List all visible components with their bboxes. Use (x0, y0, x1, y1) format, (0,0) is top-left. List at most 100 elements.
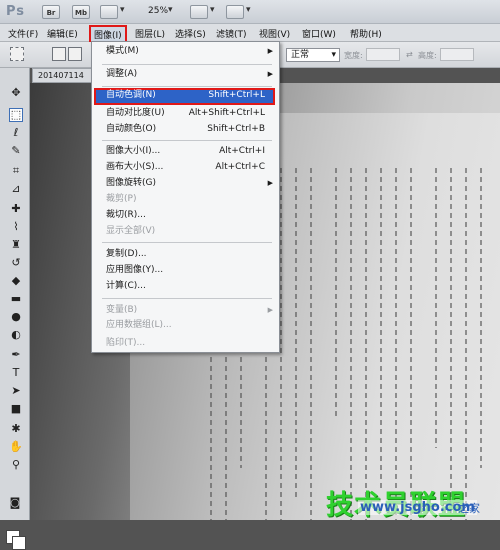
quick-mask-icon[interactable]: ◙ (8, 496, 22, 510)
eyedropper-tool-icon[interactable]: ⊿ (9, 182, 23, 196)
chevron-down-icon[interactable]: ▾ (210, 5, 215, 15)
menu-item-label: 计算(C)... (106, 281, 146, 291)
width-field[interactable] (366, 48, 400, 61)
menu-item-label: 自动对比度(U) (106, 108, 165, 118)
chevron-down-icon[interactable]: ▾ (168, 5, 173, 15)
menu-bar: 文件(F) 编辑(E) 图像(I) 图层(L) 选择(S) 滤镜(T) 视图(V… (0, 24, 500, 44)
height-field[interactable] (440, 48, 474, 61)
chevron-down-icon[interactable]: ▾ (246, 5, 251, 15)
submenu-arrow-icon: ▶ (267, 179, 273, 187)
type-tool-icon[interactable]: T (9, 366, 23, 380)
menu-item-label: 图像大小(I)... (106, 146, 161, 156)
crop-tool-icon[interactable]: ⌗ (9, 164, 23, 178)
menu-help[interactable]: 帮助(H) (350, 27, 382, 40)
menu-item-variables[interactable]: 变量(B) ▶ (92, 303, 279, 318)
hand-tool-icon[interactable]: ✋ (9, 440, 23, 454)
rectangle-tool-icon[interactable]: ■ (9, 402, 23, 416)
height-label: 高度: (418, 51, 437, 60)
menu-item-trap[interactable]: 陷印(T)... (92, 336, 212, 351)
bridge-button[interactable]: Br (42, 5, 60, 19)
menu-item-auto-tone[interactable]: 自动色调(N) Shift+Ctrl+L (94, 88, 275, 105)
swap-icon[interactable]: ⇄ (406, 50, 413, 59)
menu-item-shortcut: Shift+Ctrl+L (208, 90, 265, 100)
background-color-swatch[interactable] (12, 536, 26, 550)
menu-item-label: 显示全部(V) (106, 226, 156, 236)
menu-view[interactable]: 视图(V) (259, 27, 290, 40)
width-label: 宽度: (344, 51, 363, 60)
menu-item-label: 裁剪(P) (106, 194, 137, 204)
menu-item-shortcut: Alt+Shift+Ctrl+L (188, 108, 265, 118)
blur-tool-icon[interactable]: ● (9, 310, 23, 324)
menu-item-label: 模式(M) (106, 46, 139, 56)
menu-separator (102, 242, 272, 243)
menu-separator (102, 64, 272, 65)
menu-separator (102, 140, 272, 141)
brush-tool-icon[interactable]: ⌇ (9, 220, 23, 234)
menu-item-trim[interactable]: 裁切(R)... (92, 208, 279, 223)
submenu-arrow-icon: ▶ (267, 47, 273, 55)
menu-item-label: 图像旋转(G) (106, 178, 156, 188)
chevron-down-icon[interactable]: ▾ (120, 5, 125, 15)
arrange-documents-button[interactable] (190, 5, 208, 19)
path-selection-tool-icon[interactable]: ➤ (9, 384, 23, 398)
application-bar: Ps Br Mb ▾ 25% ▾ ▾ ▾ (0, 0, 500, 24)
menu-item-auto-contrast[interactable]: 自动对比度(U) Alt+Shift+Ctrl+L (92, 106, 279, 121)
chevron-down-icon: ▾ (331, 50, 336, 60)
menu-edit[interactable]: 编辑(E) (47, 27, 78, 40)
add-to-selection-icon[interactable] (68, 47, 82, 61)
menu-select[interactable]: 选择(S) (175, 27, 206, 40)
move-tool-icon[interactable]: ✥ (9, 86, 23, 100)
dodge-tool-icon[interactable]: ◐ (9, 328, 23, 342)
image-menu-dropdown: 模式(M) ▶ 调整(A) ▶ 自动色调(N) Shift+Ctrl+L 自动对… (91, 41, 280, 353)
menu-separator (102, 86, 272, 87)
clone-stamp-tool-icon[interactable]: ♜ (9, 238, 23, 252)
menu-item-label: 陷印(T)... (106, 338, 146, 348)
menu-item-shortcut: Alt+Ctrl+C (215, 162, 265, 172)
style-select-value: 正常 (291, 50, 310, 60)
menu-item-apply-data-set[interactable]: 应用数据组(L)... (92, 318, 279, 332)
watermark-suffix: 之家 (458, 502, 480, 515)
menu-file[interactable]: 文件(F) (8, 27, 38, 40)
menu-layer[interactable]: 图层(L) (135, 27, 165, 40)
menu-item-adjustments[interactable]: 调整(A) ▶ (92, 67, 279, 82)
rectangular-marquee-tool-icon[interactable]: ⬚ (9, 108, 23, 122)
menu-item-auto-color[interactable]: 自动颜色(O) Shift+Ctrl+B (92, 122, 279, 137)
zoom-level[interactable]: 25% (148, 6, 168, 16)
menu-filter[interactable]: 滤镜(T) (216, 27, 247, 40)
mini-bridge-button[interactable]: Mb (72, 5, 90, 19)
menu-window[interactable]: 窗口(W) (302, 27, 336, 40)
tools-panel: ✥ ⬚ ℓ ✎ ⌗ ⊿ ✚ ⌇ ♜ ↺ ◆ ▬ ● ◐ ✒ T ➤ ■ ✱ ✋ … (0, 68, 30, 550)
submenu-arrow-icon: ▶ (267, 70, 273, 78)
history-brush-tool-icon[interactable]: ↺ (9, 256, 23, 270)
menu-item-label: 应用图像(Y)... (106, 265, 164, 275)
menu-item-shortcut: Shift+Ctrl+B (207, 124, 265, 134)
marquee-tool-preset-icon[interactable] (10, 47, 24, 61)
menu-item-image-size[interactable]: 图像大小(I)... Alt+Ctrl+I (92, 144, 279, 159)
zoom-tool-icon[interactable]: ⚲ (9, 458, 23, 472)
quick-selection-tool-icon[interactable]: ✎ (9, 144, 23, 158)
menu-item-duplicate[interactable]: 复制(D)... (92, 247, 279, 262)
3d-rotate-tool-icon[interactable]: ✱ (9, 422, 23, 436)
submenu-arrow-icon: ▶ (267, 306, 273, 314)
menu-item-label: 画布大小(S)... (106, 162, 164, 172)
document-tab[interactable]: 201407114 (32, 68, 92, 83)
lasso-tool-icon[interactable]: ℓ (9, 126, 23, 140)
view-extras-button[interactable] (100, 5, 118, 19)
menu-item-image-rotation[interactable]: 图像旋转(G) ▶ (92, 176, 279, 191)
style-select[interactable]: 正常 ▾ (286, 48, 340, 62)
menu-item-mode[interactable]: 模式(M) ▶ (92, 44, 279, 59)
menu-item-apply-image[interactable]: 应用图像(Y)... (92, 263, 279, 278)
pen-tool-icon[interactable]: ✒ (9, 348, 23, 362)
menu-item-label: 裁切(R)... (106, 210, 146, 220)
menu-item-reveal-all[interactable]: 显示全部(V) (92, 224, 279, 239)
gradient-tool-icon[interactable]: ▬ (9, 292, 23, 306)
menu-item-canvas-size[interactable]: 画布大小(S)... Alt+Ctrl+C (92, 160, 279, 175)
menu-item-calculations[interactable]: 计算(C)... (92, 279, 279, 294)
eraser-tool-icon[interactable]: ◆ (9, 274, 23, 288)
screen-mode-button[interactable] (226, 5, 244, 19)
menu-item-shortcut: Alt+Ctrl+I (219, 146, 265, 156)
menu-item-crop[interactable]: 裁剪(P) (92, 192, 279, 207)
new-selection-icon[interactable] (52, 47, 66, 61)
menu-item-label: 自动色调(N) (106, 90, 156, 100)
healing-brush-tool-icon[interactable]: ✚ (9, 202, 23, 216)
